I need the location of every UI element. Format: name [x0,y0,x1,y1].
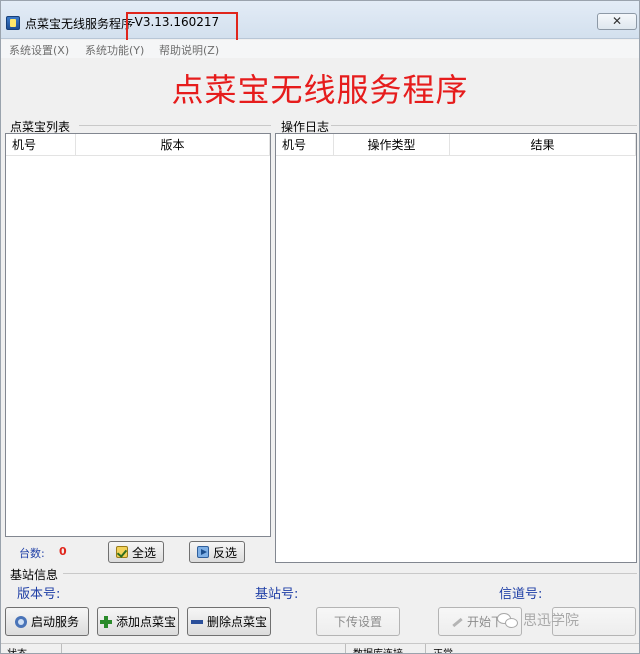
device-col-version[interactable]: 版本 [76,134,270,156]
plus-icon [99,615,112,628]
log-col-id[interactable]: 机号 [276,134,334,156]
channel-number-label: 信道号: [499,587,543,602]
menu-help[interactable]: 帮助说明(Z) [159,42,219,58]
start-service-button[interactable]: 启动服务 [5,607,89,636]
log-col-operation-type[interactable]: 操作类型 [334,134,450,156]
status-separator [425,644,426,653]
main-window: 点菜宝无线服务程序 -V3.13.160217 ✕ 系统设置(X) 系统功能(Y… [0,0,640,654]
select-all-icon [115,546,128,558]
minus-icon [190,616,203,628]
operation-log-list[interactable]: 机号 操作类型 结果 [275,133,637,563]
device-list-divider [79,125,271,126]
add-device-button[interactable]: 添加点菜宝 [97,607,179,636]
base-station-label: 基站信息 [10,568,59,582]
select-all-label: 全选 [131,545,156,560]
watermark: 思迅学院 [497,609,579,631]
menu-bar: 系统设置(X) 系统功能(Y) 帮助说明(Z) [1,40,639,58]
db-connection-label: 数据库连接 [353,645,403,653]
status-label: 状态 [7,645,27,653]
upload-settings-label: 下传设置 [333,615,382,629]
device-col-id[interactable]: 机号 [6,134,76,156]
version-number-label: 版本号: [17,587,61,602]
pencil-icon [451,616,463,628]
watermark-text: 思迅学院 [523,613,579,629]
start-service-label: 启动服务 [30,615,79,629]
invert-selection-icon [196,546,209,558]
upload-settings-button[interactable]: 下传设置 [316,607,400,636]
window-title: 点菜宝无线服务程序 [25,17,134,31]
close-icon: ✕ [611,14,623,28]
base-station-divider [63,573,637,574]
status-bar: 状态 数据库连接 正常 [1,643,639,653]
app-icon [6,16,20,30]
db-connection-value: 正常 [433,645,453,653]
status-separator [345,644,346,653]
add-device-label: 添加点菜宝 [115,615,176,629]
delete-device-button[interactable]: 删除点菜宝 [187,607,271,636]
menu-system-settings[interactable]: 系统设置(X) [9,42,69,58]
close-button[interactable]: ✕ [597,13,637,30]
invert-selection-label: 反选 [212,545,237,560]
invert-selection-button[interactable]: 反选 [189,541,245,563]
menu-system-functions[interactable]: 系统功能(Y) [85,42,144,58]
title-bar[interactable]: 点菜宝无线服务程序 -V3.13.160217 ✕ [1,1,639,48]
count-value: 0 [59,545,67,558]
operation-log-divider [331,125,637,126]
start-service-icon [14,615,27,628]
count-label: 台数: [19,547,45,560]
banner-heading: 点菜宝无线服务程序 [171,71,469,109]
select-all-button[interactable]: 全选 [108,541,164,563]
delete-device-label: 删除点菜宝 [206,615,267,629]
status-separator [61,644,62,653]
log-col-result[interactable]: 结果 [450,134,636,156]
wechat-icon [497,611,519,629]
station-number-label: 基站号: [255,587,299,602]
device-list[interactable]: 机号 版本 [5,133,271,537]
